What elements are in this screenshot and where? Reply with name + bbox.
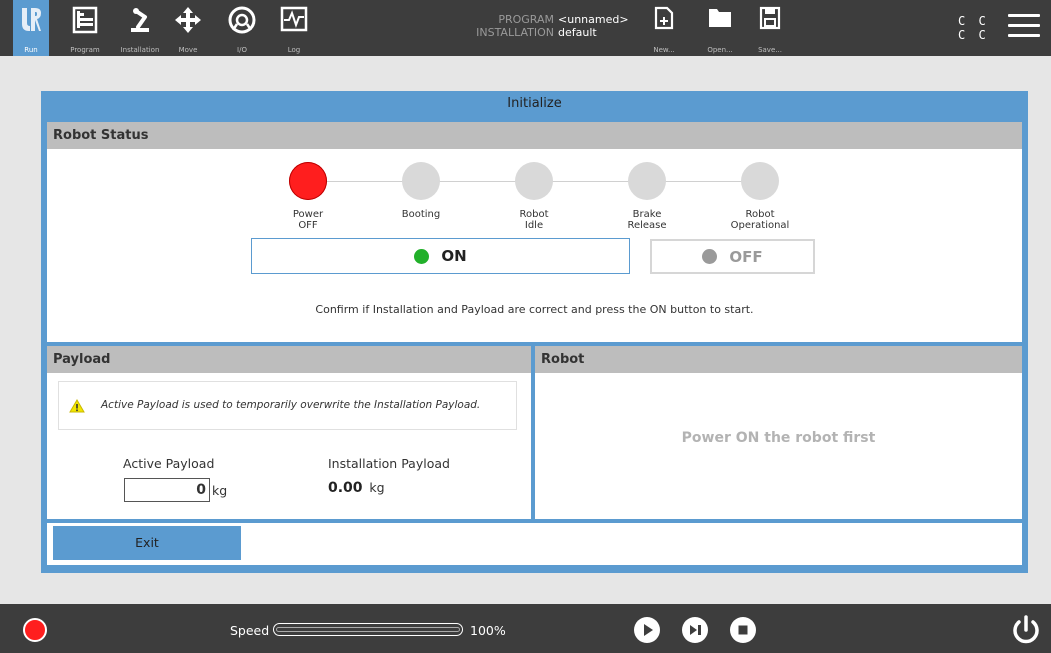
speed-slider-fill (276, 627, 460, 632)
tab-program[interactable]: Program (62, 0, 108, 56)
new-file-icon (654, 6, 674, 30)
step-label-line2: Release (627, 220, 667, 231)
payload-warning: Active Payload is used to temporarily ov… (58, 381, 517, 430)
step-label-line2: Idle (524, 220, 544, 231)
speed-label: Speed (230, 623, 270, 638)
payload-header: Payload (47, 346, 531, 373)
power-icon (1013, 615, 1039, 644)
new-button[interactable]: New... (646, 0, 682, 56)
open-button[interactable]: Open... (700, 0, 740, 56)
ur-logo-icon (22, 8, 41, 31)
step-label-line1: Booting (401, 209, 441, 220)
installation-payload-label: Installation Payload (328, 456, 450, 471)
robot-header: Robot (535, 346, 1022, 373)
robot-power-message: Power ON the robot first (681, 430, 876, 446)
installation-payload-value: 0.00 (328, 480, 363, 496)
step-label-line1: Robot (519, 209, 549, 220)
warning-icon (69, 399, 85, 413)
tab-log-label: Log (287, 46, 301, 54)
play-icon (644, 624, 653, 636)
open-button-label: Open... (707, 46, 733, 54)
step-label-line1: Brake (632, 209, 662, 220)
status-step-power-off: Power OFF (268, 162, 348, 231)
led-on-icon (414, 248, 430, 264)
status-step-brake-release: Brake Release (607, 162, 687, 231)
robot-status-header: Robot Status (47, 122, 1022, 149)
tab-io[interactable]: I/O (222, 0, 262, 56)
program-icon (72, 6, 98, 34)
power-off-label: OFF (729, 247, 763, 266)
step-button[interactable] (682, 617, 708, 643)
dialog-title: Initialize (507, 96, 562, 111)
top-bar: Run Program Installation Move I/O Log PR… (0, 0, 1051, 56)
power-on-label: ON (441, 247, 467, 265)
tab-move[interactable]: Move (168, 0, 208, 56)
tab-installation[interactable]: Installation (114, 0, 166, 56)
dialog-footer: Exit (47, 523, 1022, 565)
robot-status-panel: Robot Status Power OFF Booting Robot Idle … (47, 122, 1022, 342)
tab-io-label: I/O (237, 46, 247, 54)
hamburger-menu-icon[interactable] (1008, 14, 1040, 42)
confirm-instruction: Confirm if Installation and Payload are … (315, 303, 754, 316)
installation-payload-value-row: 0.00 kg (328, 480, 385, 496)
step-label-line1: Robot (745, 209, 775, 220)
play-button[interactable] (634, 617, 660, 643)
payload-warning-text: Active Payload is used to temporarily ov… (101, 399, 481, 411)
program-key: PROGRAM (498, 13, 554, 26)
status-dot-brake-release (628, 162, 666, 200)
log-icon (280, 6, 308, 32)
tab-run-label: Run (24, 46, 38, 54)
power-button[interactable] (1010, 614, 1042, 646)
program-info: PROGRAM <unnamed> INSTALLATION default (466, 13, 629, 39)
step-icon (690, 625, 701, 635)
robot-status-indicator-icon[interactable] (23, 618, 47, 642)
stop-button[interactable] (730, 617, 756, 643)
active-payload-input[interactable]: 0 (124, 478, 210, 502)
save-button-label: Save... (758, 46, 782, 54)
power-off-button[interactable]: OFF (650, 239, 815, 274)
active-payload-unit: kg (212, 483, 228, 498)
step-label-line2: OFF (298, 220, 318, 231)
installation-payload-unit: kg (369, 480, 385, 495)
cc-line-2: C C (958, 28, 989, 42)
led-off-icon (702, 249, 718, 264)
status-dot-robot-idle (515, 162, 553, 200)
cc-indicator[interactable]: C C C C (958, 14, 989, 42)
status-step-booting: Booting (381, 162, 461, 220)
power-on-button[interactable]: ON (251, 238, 630, 274)
status-step-robot-operational: Robot Operational (720, 162, 800, 231)
status-step-robot-idle: Robot Idle (494, 162, 574, 231)
program-value: <unnamed> (558, 13, 629, 26)
robot-arm-icon (131, 8, 149, 32)
status-dot-robot-operational (741, 162, 779, 200)
tab-program-label: Program (70, 46, 100, 54)
save-button[interactable]: Save... (750, 0, 790, 56)
installation-value: default (558, 26, 597, 39)
status-dot-power-off (289, 162, 327, 200)
bottom-bar (0, 604, 1051, 653)
speed-slider[interactable] (273, 623, 463, 636)
cc-line-1: C C (958, 14, 989, 28)
new-button-label: New... (653, 46, 675, 54)
payload-panel: Payload Active Payload is used to tempor… (47, 346, 531, 519)
active-payload-label: Active Payload (123, 456, 215, 471)
exit-button[interactable]: Exit (53, 526, 241, 560)
tab-move-label: Move (178, 46, 198, 54)
tab-installation-label: Installation (120, 46, 160, 54)
tab-run[interactable]: Run (13, 0, 49, 56)
stop-icon (738, 625, 748, 635)
tab-log[interactable]: Log (272, 0, 316, 56)
step-label-line2: Operational (730, 220, 790, 231)
io-icon (228, 6, 256, 34)
robot-panel: Robot Power ON the robot first (535, 346, 1022, 519)
step-label-line1: Power (292, 209, 324, 220)
initialize-dialog: Initialize Robot Status Power OFF Booting… (41, 91, 1028, 573)
installation-key: INSTALLATION (476, 26, 554, 39)
save-icon (759, 6, 781, 30)
move-arrows-icon (175, 7, 201, 33)
status-dot-booting (402, 162, 440, 200)
folder-icon (709, 9, 731, 27)
speed-value: 100% (470, 623, 506, 638)
